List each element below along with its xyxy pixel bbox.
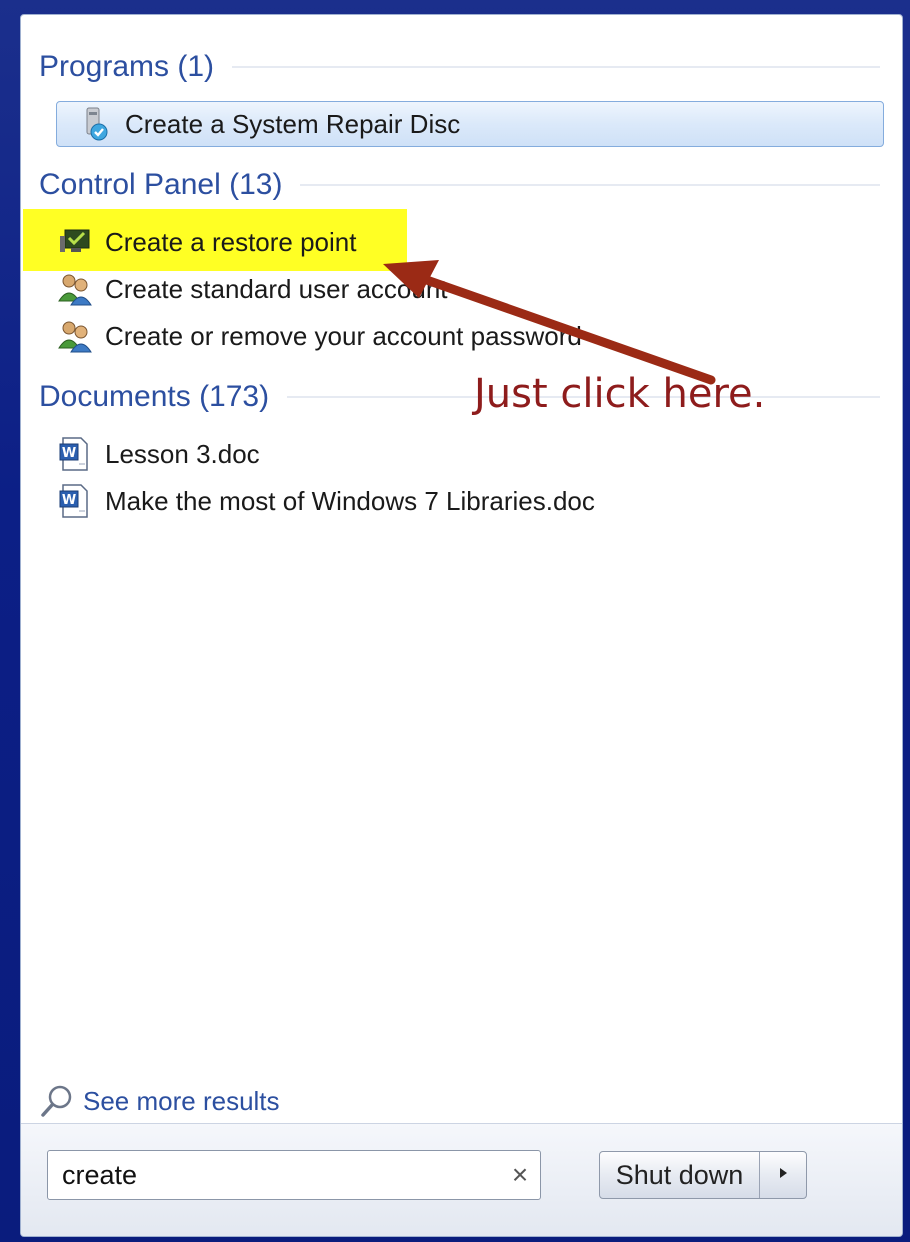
section-divider — [232, 66, 880, 68]
search-box[interactable]: × — [47, 1150, 541, 1200]
result-document-lesson-3[interactable]: W Lesson 3.doc — [57, 433, 260, 475]
result-document-windows-7-libraries[interactable]: W Make the most of Windows 7 Libraries.d… — [57, 480, 595, 522]
svg-text:W: W — [62, 446, 76, 461]
result-label: Make the most of Windows 7 Libraries.doc — [105, 485, 595, 516]
system-repair-disc-icon — [77, 106, 113, 142]
search-input[interactable] — [48, 1158, 500, 1192]
see-more-results-link[interactable]: See more results — [39, 1081, 280, 1121]
word-document-icon: W — [57, 483, 93, 519]
svg-text:W: W — [62, 493, 76, 508]
section-divider — [300, 184, 880, 186]
result-create-restore-point[interactable]: Create a restore point — [57, 221, 356, 263]
shutdown-label: Shut down — [615, 1159, 744, 1190]
magnifier-icon — [39, 1083, 75, 1119]
close-icon[interactable]: × — [500, 1159, 540, 1191]
shutdown-options-button[interactable] — [759, 1152, 806, 1198]
section-header-programs[interactable]: Programs (1) — [39, 47, 880, 87]
result-label: Create a System Repair Disc — [125, 108, 461, 139]
section-title-documents: Documents (173) — [39, 380, 270, 413]
system-restore-icon — [57, 224, 93, 260]
triangle-right-icon — [776, 1166, 790, 1185]
shutdown-button[interactable]: Shut down — [600, 1152, 759, 1198]
section-header-control-panel[interactable]: Control Panel (13) — [39, 165, 880, 205]
result-label: Lesson 3.doc — [105, 438, 260, 469]
section-title-control-panel: Control Panel (13) — [39, 168, 283, 201]
user-accounts-icon — [57, 318, 93, 354]
start-menu-search-results: Programs (1) Create a System Repair Disc… — [20, 14, 903, 1237]
user-accounts-icon — [57, 271, 93, 307]
result-create-system-repair-disc[interactable]: Create a System Repair Disc — [56, 101, 884, 147]
result-label: Create a restore point — [105, 226, 357, 257]
word-document-icon: W — [57, 436, 93, 472]
bottom-bar: × Shut down — [21, 1123, 902, 1236]
section-title-programs: Programs (1) — [39, 50, 215, 83]
shutdown-button-group: Shut down — [599, 1151, 807, 1199]
annotation-arrow — [383, 260, 716, 385]
see-more-label: See more results — [83, 1085, 280, 1116]
